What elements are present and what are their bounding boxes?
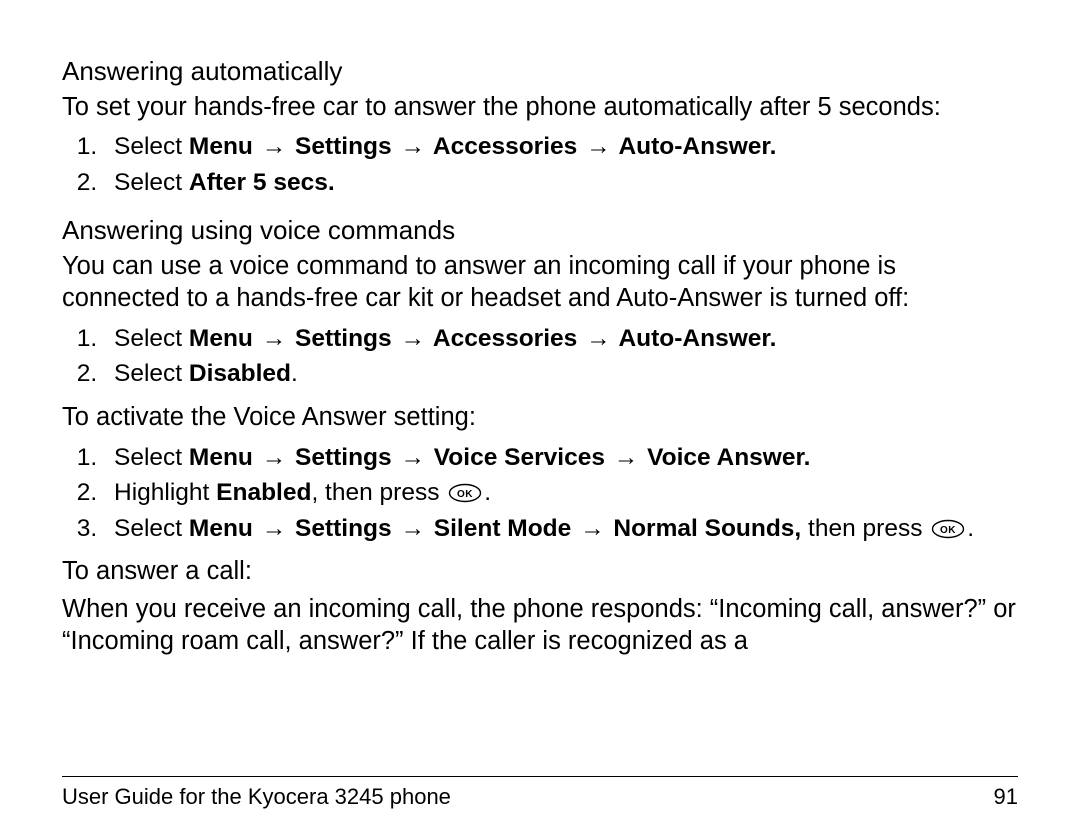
intro-auto-answer: To set your hands-free car to answer the… <box>62 92 1018 124</box>
step-text: Select <box>114 325 189 352</box>
step: Select After 5 secs. <box>104 165 1018 201</box>
path-part: Voice Answer. <box>647 444 810 471</box>
arrow-icon: → <box>260 444 289 471</box>
intro-voice-commands: You can use a voice command to answer an… <box>62 251 1018 315</box>
steps-auto-answer: Select Menu → Settings → Accessories → A… <box>62 129 1018 200</box>
arrow-icon: → <box>612 444 641 471</box>
menu-path: Menu → Settings → Accessories → Auto-Ans… <box>189 325 776 352</box>
path-part: Menu <box>189 515 253 542</box>
section-title-voice-commands: Answering using voice commands <box>62 214 1018 247</box>
step-text: Highlight <box>114 479 216 506</box>
step: Select Menu → Settings → Accessories → A… <box>104 321 1018 357</box>
step: Highlight Enabled, then press OK. <box>104 475 1018 511</box>
path-part: Settings <box>295 133 392 160</box>
step: Select Menu → Settings → Silent Mode → N… <box>104 511 1018 547</box>
arrow-icon: → <box>584 133 613 160</box>
step: Select Menu → Settings → Voice Services … <box>104 440 1018 476</box>
arrow-icon: → <box>578 515 607 542</box>
ok-button-icon: OK <box>931 519 965 539</box>
menu-path: Menu → Settings → Voice Services → Voice… <box>189 444 811 471</box>
page-number: 91 <box>994 783 1018 811</box>
path-part: Settings <box>295 325 392 352</box>
option-bold: Enabled <box>216 479 311 506</box>
steps-disable-auto-answer: Select Menu → Settings → Accessories → A… <box>62 321 1018 392</box>
path-part: Settings <box>295 515 392 542</box>
arrow-icon: → <box>260 325 289 352</box>
step-text: Select <box>114 133 189 160</box>
activate-voice-answer-title: To activate the Voice Answer setting: <box>62 402 1018 434</box>
ok-button-icon: OK <box>448 483 482 503</box>
arrow-icon: → <box>398 515 427 542</box>
step-text: , then press <box>311 479 446 506</box>
path-part: Silent Mode <box>434 515 571 542</box>
step-text: . <box>484 479 491 506</box>
path-part: Auto-Answer. <box>618 133 776 160</box>
page: Answering automatically To set your hand… <box>0 0 1080 834</box>
menu-path: Menu → Settings → Accessories → Auto-Ans… <box>189 133 776 160</box>
path-part: Menu <box>189 133 253 160</box>
path-part: Menu <box>189 444 253 471</box>
to-answer-call-body: When you receive an incoming call, the p… <box>62 594 1018 658</box>
path-part: Settings <box>295 444 392 471</box>
option-bold: After 5 secs. <box>189 169 335 196</box>
path-part: Auto-Answer. <box>618 325 776 352</box>
section-title-answering-automatically: Answering automatically <box>62 55 1018 88</box>
step-text: then press <box>801 515 929 542</box>
step-text: Select <box>114 169 189 196</box>
option-bold: Disabled <box>189 360 291 387</box>
steps-activate-voice-answer: Select Menu → Settings → Voice Services … <box>62 440 1018 547</box>
svg-text:OK: OK <box>940 524 956 535</box>
arrow-icon: → <box>260 133 289 160</box>
step: Select Menu → Settings → Accessories → A… <box>104 129 1018 165</box>
step-text: . <box>967 515 974 542</box>
arrow-icon: → <box>398 444 427 471</box>
path-part: Accessories <box>433 133 577 160</box>
step-text: Select <box>114 444 189 471</box>
arrow-icon: → <box>398 133 427 160</box>
menu-path: Menu → Settings → Silent Mode → Normal S… <box>189 515 801 542</box>
path-part: Normal Sounds, <box>613 515 801 542</box>
arrow-icon: → <box>260 515 289 542</box>
step-text: Select <box>114 360 189 387</box>
step: Select Disabled. <box>104 356 1018 392</box>
page-footer: User Guide for the Kyocera 3245 phone 91 <box>62 776 1018 811</box>
arrow-icon: → <box>584 325 613 352</box>
footer-title: User Guide for the Kyocera 3245 phone <box>62 783 451 811</box>
path-part: Voice Services <box>434 444 605 471</box>
svg-text:OK: OK <box>457 489 473 500</box>
to-answer-call-title: To answer a call: <box>62 556 1018 588</box>
step-text: . <box>291 360 298 387</box>
path-part: Menu <box>189 325 253 352</box>
path-part: Accessories <box>433 325 577 352</box>
step-text: Select <box>114 515 189 542</box>
arrow-icon: → <box>398 325 427 352</box>
